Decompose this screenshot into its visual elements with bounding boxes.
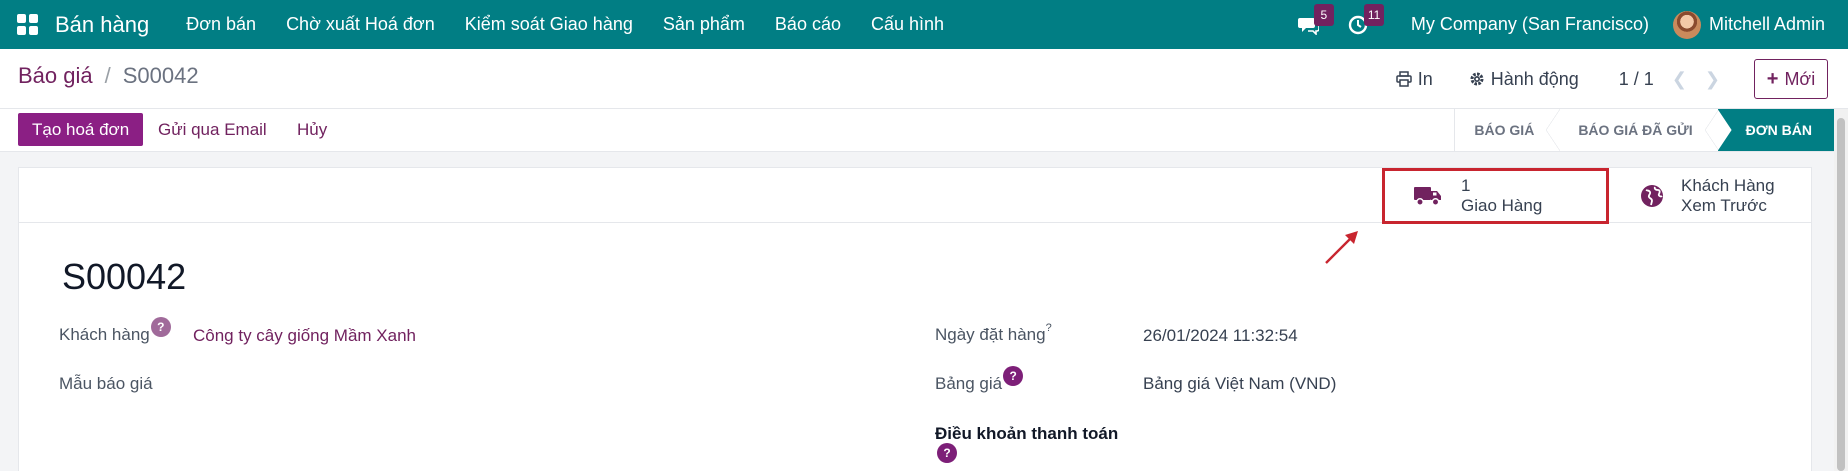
activities-button[interactable]: 11	[1345, 3, 1385, 38]
preview-line2: Xem Trước	[1681, 195, 1767, 215]
breadcrumb-current: S00042	[122, 63, 199, 88]
annotation-arrow-icon	[1325, 231, 1358, 264]
form-sheet: 1 Giao Hàng Khách Hàng Xem Trước S00042 …	[18, 167, 1812, 471]
record-title: S00042	[62, 256, 187, 297]
customer-label: Khách hàng?	[59, 317, 171, 345]
payment-terms-help-icon[interactable]: ?	[937, 443, 957, 463]
order-date-help-icon[interactable]: ?	[1046, 322, 1052, 334]
stage-quotation[interactable]: BÁO GIÁ	[1455, 109, 1561, 151]
company-switcher[interactable]: My Company (San Francisco)	[1411, 14, 1649, 35]
customer-help-icon[interactable]: ?	[150, 317, 171, 337]
menu-products[interactable]: Sản phẩm	[663, 14, 745, 35]
scrollbar-thumb[interactable]	[1837, 118, 1845, 471]
pricelist-help-icon[interactable]: ?	[1003, 366, 1024, 386]
control-panel: Báo giá / S00042 In Hành động 1 / 1 ❮ ❯ …	[0, 49, 1848, 109]
stage-sales-order[interactable]: ĐƠN BÁN	[1717, 109, 1834, 151]
breadcrumb: Báo giá / S00042	[18, 63, 199, 89]
menu-reporting[interactable]: Báo cáo	[775, 14, 841, 35]
action-label: Hành động	[1490, 68, 1579, 89]
customer-label-text: Khách hàng	[59, 325, 150, 344]
pricelist-label-text: Bảng giá	[935, 374, 1003, 393]
top-navbar: Bán hàng Đơn bán Chờ xuất Hoá đơn Kiểm s…	[0, 0, 1848, 49]
menu-configuration[interactable]: Cấu hình	[871, 14, 944, 35]
menu-to-invoice[interactable]: Chờ xuất Hoá đơn	[286, 14, 435, 35]
print-button[interactable]: In	[1395, 68, 1433, 90]
app-brand[interactable]: Bán hàng	[55, 12, 149, 38]
action-menu-button[interactable]: Hành động	[1469, 69, 1579, 90]
menu-delivery-control[interactable]: Kiểm soát Giao hàng	[465, 14, 633, 35]
messages-badge: 5	[1313, 3, 1334, 26]
plus-icon: +	[1766, 67, 1779, 90]
print-label: In	[1417, 68, 1433, 89]
printer-icon	[1395, 71, 1412, 87]
preview-line1: Khách Hàng	[1681, 175, 1775, 195]
customer-preview-smart-button[interactable]: Khách Hàng Xem Trước	[1619, 168, 1813, 223]
new-record-button[interactable]: + Mới	[1754, 59, 1828, 99]
activities-badge: 11	[1363, 3, 1385, 26]
pager-next-icon[interactable]: ❯	[1705, 69, 1720, 90]
gear-icon	[1470, 72, 1484, 86]
breadcrumb-separator: /	[104, 63, 111, 88]
user-avatar[interactable]	[1672, 10, 1701, 39]
globe-icon	[1641, 184, 1663, 207]
order-date-field[interactable]: 26/01/2024 11:32:54	[1143, 326, 1298, 346]
new-label: Mới	[1784, 68, 1816, 89]
create-invoice-button[interactable]: Tạo hoá đơn	[18, 113, 144, 146]
breadcrumb-quotations[interactable]: Báo giá	[18, 63, 93, 89]
messages-button[interactable]: 5	[1295, 3, 1334, 38]
customer-field[interactable]: Công ty cây giống Mầm Xanh	[193, 326, 416, 346]
pager-previous-icon[interactable]: ❮	[1672, 69, 1687, 90]
order-date-label: Ngày đặt hàng?	[935, 322, 1052, 345]
smart-button-box: 1 Giao Hàng Khách Hàng Xem Trước	[19, 168, 1813, 224]
statusbar: Tạo hoá đơn Gửi qua Email Hủy BÁO GIÁ BÁ…	[0, 109, 1848, 152]
cancel-button[interactable]: Hủy	[297, 113, 327, 146]
pricelist-label: Bảng giá?	[935, 366, 1024, 394]
apps-grid-icon[interactable]	[17, 13, 39, 36]
delivery-highlight-box	[1382, 168, 1609, 224]
payment-terms-label: Điều khoản thanh toán	[935, 424, 1119, 443]
menu-orders[interactable]: Đơn bán	[186, 14, 256, 35]
quotation-template-label: Mẫu báo giá	[59, 374, 153, 393]
pager-value[interactable]: 1 / 1	[1619, 69, 1654, 90]
stage-quotation-sent[interactable]: BÁO GIÁ ĐÃ GỬI	[1559, 109, 1719, 151]
send-email-button[interactable]: Gửi qua Email	[158, 113, 267, 146]
stage-pipeline: BÁO GIÁ BÁO GIÁ ĐÃ GỬI ĐƠN BÁN	[1454, 109, 1834, 151]
user-menu[interactable]: Mitchell Admin	[1709, 14, 1825, 35]
pricelist-field[interactable]: Bảng giá Việt Nam (VND)	[1143, 374, 1336, 394]
order-date-label-text: Ngày đặt hàng	[935, 325, 1046, 344]
